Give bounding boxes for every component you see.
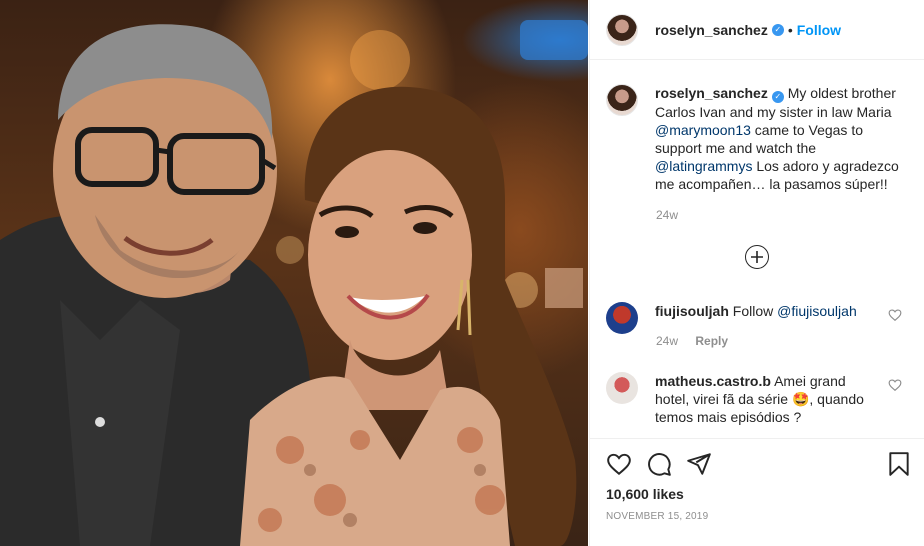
post-photo[interactable] <box>0 0 588 546</box>
post-header: roselyn_sanchez ✓ • Follow <box>590 0 924 60</box>
bookmark-icon[interactable] <box>886 451 912 477</box>
caption-verified-icon: ✓ <box>771 91 784 103</box>
comment-body: Follow <box>732 303 778 319</box>
like-count[interactable]: 10,600 likes <box>606 486 684 502</box>
comment-username[interactable]: matheus.castro.b <box>655 373 771 389</box>
mention-link-marymoon13[interactable]: @marymoon13 <box>655 122 751 138</box>
post-caption: roselyn_sanchez ✓ My oldest brother Carlo… <box>606 84 910 193</box>
commenter-avatar[interactable] <box>606 302 638 334</box>
caption-timestamp[interactable]: 24w <box>656 208 678 222</box>
reply-button[interactable]: Reply <box>695 334 728 348</box>
commenter-avatar[interactable] <box>606 372 638 404</box>
post-date[interactable]: NOVEMBER 15, 2019 <box>606 511 708 522</box>
comment-like-heart-icon[interactable] <box>888 378 902 392</box>
comment-username[interactable]: fiujisouljah <box>655 303 729 319</box>
comment-meta: 24w Reply <box>656 334 728 348</box>
comment-text: matheus.castro.b Amei grand hotel, virei… <box>655 372 880 426</box>
photo-illustration <box>0 20 588 546</box>
author-avatar[interactable] <box>606 13 638 46</box>
load-more-comments-button[interactable] <box>745 245 769 269</box>
comment-item: fiujisouljah Follow @fiujisouljah <box>606 302 910 334</box>
comment-item: matheus.castro.b Amei grand hotel, virei… <box>606 372 910 426</box>
comment-text: fiujisouljah Follow @fiujisouljah <box>655 302 880 334</box>
comment-icon[interactable] <box>646 451 672 477</box>
plus-circle-icon <box>751 251 763 263</box>
caption-username[interactable]: roselyn_sanchez <box>655 85 768 101</box>
verified-badge-icon: ✓ <box>771 23 784 36</box>
comment-like-heart-icon[interactable] <box>888 308 902 322</box>
comment-timestamp[interactable]: 24w <box>656 334 678 348</box>
caption-avatar[interactable] <box>606 84 638 116</box>
author-username[interactable]: roselyn_sanchez <box>655 22 768 38</box>
post-actions: 10,600 likes NOVEMBER 15, 2019 <box>590 438 924 546</box>
post-side-panel: roselyn_sanchez ✓ • Follow roselyn_sanch… <box>589 0 924 546</box>
share-icon[interactable] <box>686 451 712 477</box>
mention-link-latingrammys[interactable]: @latingrammys <box>655 158 752 174</box>
follow-button[interactable]: Follow <box>797 22 841 38</box>
caption-text: roselyn_sanchez ✓ My oldest brother Carlo… <box>655 84 910 193</box>
star-struck-emoji: 🤩 <box>791 391 810 407</box>
mention-link-fiujisouljah[interactable]: @fiujisouljah <box>777 303 857 319</box>
heart-icon[interactable] <box>606 451 632 477</box>
separator-dot: • <box>787 21 793 38</box>
